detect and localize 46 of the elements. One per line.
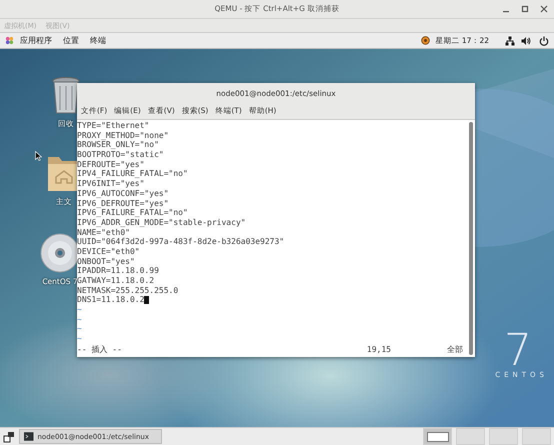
workspace-switcher[interactable] [522,428,551,445]
code-line: IPV6INIT="yes" [77,179,144,189]
code-line: GATWAY=11.18.0.2 [77,276,154,286]
panel-menu[interactable]: 应用程序 [20,35,52,46]
volume-icon[interactable] [521,36,531,46]
mode-indicator: -- 插入 -- [77,344,123,355]
cursor-position: 19,15 [366,344,391,354]
empty-line-marker: ~ [77,324,82,334]
code-line: BROWSER_ONLY="no" [77,140,159,150]
workspace-switcher[interactable] [456,428,485,445]
code-line: IPV6_ADDR_GEN_MODE="stable-privacy" [77,218,246,228]
apps-icon[interactable] [5,36,14,45]
terminal-icon [24,432,34,441]
scroll-position: 全部 [447,344,463,355]
notification-icon[interactable] [420,36,430,45]
empty-line-marker: ~ [77,305,82,315]
code-line: PROXY_METHOD="none" [77,130,169,140]
panel-menu[interactable]: 终端 [90,35,106,46]
code-line: IPV6_DEFROUTE="yes" [77,198,169,208]
network-icon[interactable] [505,36,515,46]
scrollbar[interactable] [469,122,473,355]
code-line: IPV4_FAILURE_FATAL="no" [77,169,188,180]
code-line: IPV6_FAILURE_FATAL="no" [77,208,188,218]
code-line: NETMASK=255.255.255.0 [77,286,178,296]
code-line: ONBOOT="yes" [77,256,135,266]
panel-menu[interactable]: 位置 [63,35,79,46]
workspace-switcher[interactable] [489,428,518,445]
code-line: IPADDR=11.18.0.99 [77,266,159,276]
code-line: TYPE="Ethernet" [77,121,150,131]
trash-icon[interactable] [52,77,80,115]
close-icon[interactable] [540,5,548,13]
empty-line-marker: ~ [77,314,82,324]
code-line: DNS1=11.18.0.2 [77,295,144,306]
code-line: BOOTPROTO="static" [77,150,164,160]
show-desktop-icon[interactable] [3,430,15,442]
maximize-icon[interactable] [521,5,529,13]
code-line: UUID="064f3d2d-997a-483f-8d2e-b326a03e9273" [77,237,284,247]
mouse-pointer-icon [35,151,42,161]
code-line: IPV6_AUTOCONF="yes" [77,188,169,199]
code-line: DEVICE="eth0" [77,246,140,257]
empty-line-marker: ~ [77,334,82,344]
workspace-switcher[interactable] [423,428,452,445]
brand-number: 7 [504,331,532,371]
power-icon[interactable] [539,36,549,46]
code-line: NAME="eth0" [77,228,130,238]
code-line: DEFROUTE="yes" [77,160,144,170]
